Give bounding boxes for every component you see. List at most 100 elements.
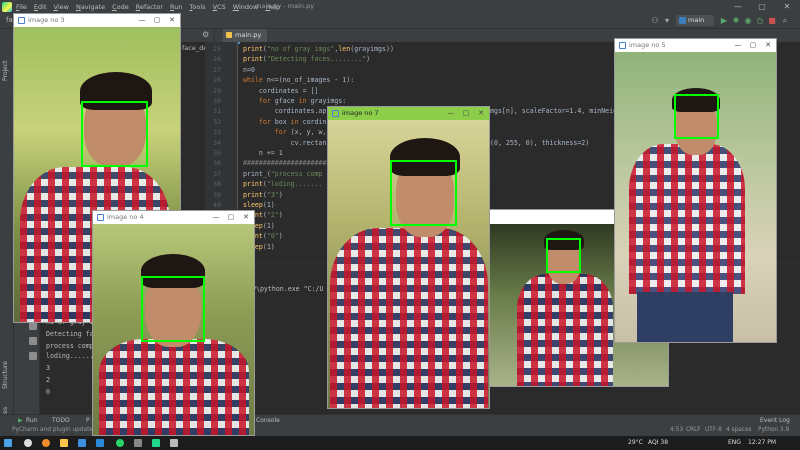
tab-run[interactable]: Run [26,417,38,424]
weather-temp[interactable]: 29°C [628,439,643,446]
interpreter[interactable]: Python 3.9 [758,427,789,433]
stop-icon[interactable]: ■ [767,16,777,26]
tab-console[interactable]: Console [256,417,280,424]
maximize-button[interactable]: ▢ [223,211,239,224]
image-window-title: image no 3 [28,16,65,24]
close-button[interactable]: ✕ [760,39,776,52]
explorer-icon[interactable] [60,439,68,447]
menu-code[interactable]: Code [112,3,129,11]
menu-vcs[interactable]: VCS [213,3,226,11]
code-line: print("3") [243,190,283,199]
close-button[interactable]: ✕ [473,107,489,120]
menu-navigate[interactable]: Navigate [76,3,105,11]
stop-run-icon[interactable] [29,322,37,330]
print-icon[interactable] [29,337,37,345]
file-encoding[interactable]: UTF-8 [705,427,722,433]
pycharm-taskbar-icon[interactable] [152,439,160,447]
code-line: for gface in grayimgs: [258,97,347,105]
pycharm-logo-icon[interactable] [2,1,12,12]
window-icon [97,214,104,221]
person-shirt [629,144,745,294]
minimize-button[interactable]: — [730,39,746,52]
minimize-button[interactable]: — [208,211,224,224]
search-icon[interactable]: ⌕ [780,16,790,26]
user-icon[interactable]: ⚇ [650,16,660,26]
menu-run[interactable]: Run [170,3,182,11]
face-detection-box [141,276,205,342]
close-button[interactable]: ✕ [164,14,180,27]
person-shirt [99,339,249,435]
minimize-button[interactable]: — [134,14,150,27]
menu-view[interactable]: View [54,3,69,11]
indent-setting[interactable]: 4 spaces [726,427,752,433]
code-line: for (x, y, w, [274,128,327,137]
code-line: print("Detecting faces........") [243,55,371,64]
line-number: 34 [213,138,221,147]
maximize-button[interactable]: ▢ [750,0,774,13]
console-line: 2 [46,376,50,384]
app-icon[interactable] [134,439,142,447]
image-window-7[interactable]: image no 7 — ▢ ✕ [327,106,490,409]
tab-event-log[interactable]: Event Log [760,417,790,424]
menu-tools[interactable]: Tools [190,3,206,11]
profile-icon[interactable]: ◷ [755,16,765,26]
search-icon[interactable] [24,439,32,447]
windows-start-icon[interactable] [4,439,12,447]
close-button[interactable]: ✕ [238,211,254,224]
image-window-4[interactable]: image no 4 — ▢ ✕ [92,210,255,436]
window-icon[interactable] [170,439,178,447]
image-window-titlebar[interactable]: image no 5 — ▢ ✕ [615,39,776,52]
image-window-title: image no 4 [107,213,144,221]
maximize-button[interactable]: ▢ [745,39,761,52]
image-window-5[interactable]: image no 5 — ▢ ✕ [614,38,777,343]
mail-icon[interactable] [78,439,86,447]
trash-icon[interactable] [29,352,37,360]
clock[interactable]: 12:27 PM [748,439,776,446]
console-line: 0 [46,388,50,396]
image-window-titlebar[interactable]: image no 4 — ▢ ✕ [93,211,254,224]
code-line-tail: (0, 255, 0), thickness=2) [490,138,590,147]
line-number: 33 [213,128,221,137]
input-language[interactable]: ENG [728,439,741,446]
menu-file[interactable]: File [16,3,27,11]
store-icon[interactable] [96,439,104,447]
run-config-selector[interactable]: main [676,15,714,26]
coverage-icon[interactable]: ◉ [743,16,753,26]
chevron-down-icon[interactable]: ▾ [662,16,672,26]
line-number: 37 [213,169,221,178]
line-separator[interactable]: CRLF [686,427,701,433]
whatsapp-icon[interactable] [116,439,124,447]
status-message[interactable]: PyCharm and plugin updates: [12,427,98,433]
line-number: 30 [213,97,221,105]
face-detection-box [674,94,719,139]
cursor-position[interactable]: 4:53 [670,427,683,433]
minimize-button[interactable]: — [443,107,459,120]
tab-problems[interactable]: P [86,417,90,424]
line-number: 39 [213,190,221,199]
maximize-button[interactable]: ▢ [458,107,474,120]
structure-tool-tab[interactable]: Structure [2,361,9,389]
line-number: 35 [213,149,221,157]
window-title: main.py - main.py [255,2,315,10]
code-line-tail: mgs[n], scaleFactor=1.4, minNeig [490,107,618,116]
minimize-button[interactable]: — [726,0,750,13]
maximize-button[interactable]: ▢ [149,14,165,27]
line-number: 31 [213,107,221,116]
menu-edit[interactable]: Edit [34,3,47,11]
air-quality[interactable]: AQI 38 [648,439,668,446]
project-tool-tab[interactable]: Project [2,60,9,81]
menu-refactor[interactable]: Refactor [136,3,163,11]
image-window-titlebar[interactable]: image no 3 — ▢ ✕ [14,14,180,27]
play-icon[interactable]: ▶ [719,16,729,26]
project-tree-item[interactable]: face_de [182,44,207,52]
code-line: print_("process comp [243,169,323,178]
window-icon [18,17,25,24]
line-number: 28 [213,76,221,85]
tab-todo[interactable]: TODO [52,417,70,424]
debug-icon[interactable]: ✱ [731,16,741,26]
gear-icon[interactable]: ⚙ [202,30,209,39]
image-window-titlebar[interactable]: image no 7 — ▢ ✕ [328,107,489,120]
play-icon[interactable]: ▶ [18,417,23,424]
firefox-icon[interactable] [42,439,50,447]
close-button[interactable]: ✕ [775,0,799,13]
